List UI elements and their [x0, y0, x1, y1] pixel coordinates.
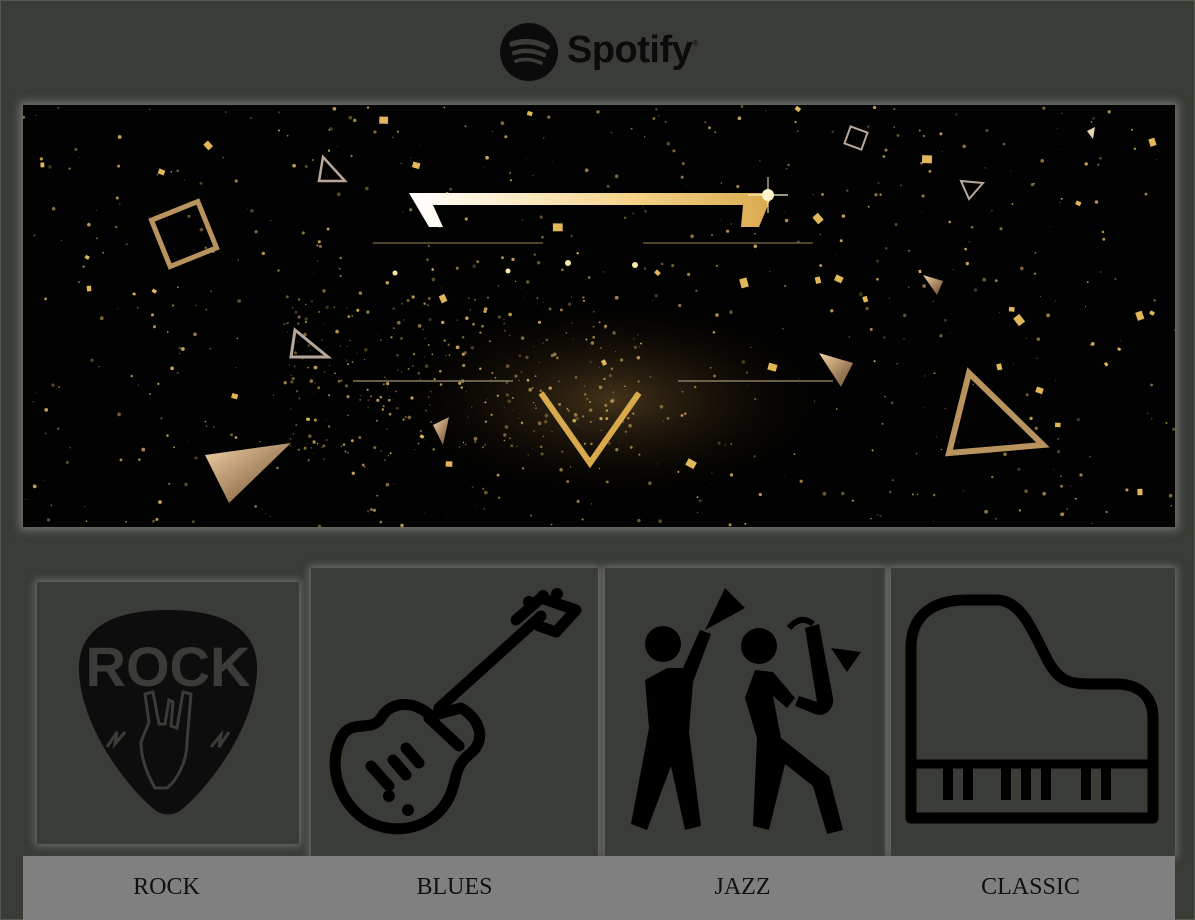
genre-label-jazz[interactable]: JAZZ [599, 874, 886, 901]
hero-banner [23, 105, 1175, 527]
spotify-logo[interactable]: Spotify ® [499, 21, 698, 83]
logo-registered-mark: ® [692, 39, 699, 48]
pick-text: ROCK [86, 635, 251, 698]
page: Spotify ® ROCK ROCK BLUES JAZZ CLASSIC [0, 0, 1195, 920]
genre-card-jazz[interactable] [605, 568, 885, 856]
genre-labels-bar: ROCK BLUES JAZZ CLASSIC [23, 856, 1175, 920]
genre-label-rock[interactable]: ROCK [23, 874, 310, 901]
genre-card-rock[interactable]: ROCK [37, 582, 299, 844]
genre-card-classic[interactable] [891, 568, 1175, 856]
genre-card-blues[interactable] [311, 568, 598, 856]
jazz-musicians-icon [631, 588, 861, 834]
rock-guitar-pick-icon: ROCK [78, 610, 258, 815]
logo-text: Spotify [567, 28, 693, 71]
electric-guitar-icon [329, 588, 582, 835]
genre-label-blues[interactable]: BLUES [311, 874, 598, 901]
genre-label-classic[interactable]: CLASSIC [887, 874, 1174, 901]
grand-piano-icon [905, 594, 1159, 824]
spotify-logo-icon [500, 23, 558, 81]
